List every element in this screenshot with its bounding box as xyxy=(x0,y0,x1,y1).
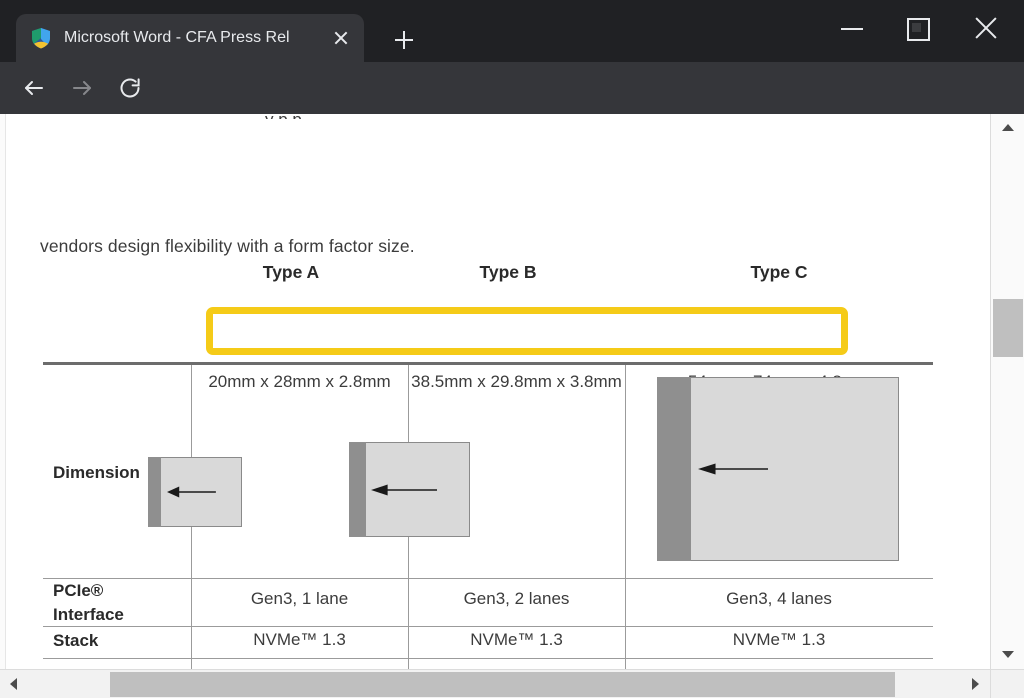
row-label-pcie-interface: PCIe® Interface xyxy=(53,579,124,627)
cell-pcie-type-a: Gen3, 1 lane xyxy=(250,589,349,608)
forward-arrow-icon[interactable] xyxy=(62,68,102,108)
row-divider-pcie xyxy=(43,626,933,627)
document-page: y p p vendors design flexibility with a … xyxy=(0,114,990,669)
window-minimize-button[interactable] xyxy=(829,8,875,48)
cell-stack-type-b: NVMe™ 1.3 xyxy=(470,630,563,649)
column-header-type-b: Type B xyxy=(479,262,537,282)
cell-stack-type-a: NVMe™ 1.3 xyxy=(253,630,346,649)
scroll-down-arrow-icon[interactable] xyxy=(991,641,1024,669)
horizontal-scrollbar[interactable] xyxy=(0,669,1024,698)
window-close-button[interactable] xyxy=(963,8,1009,48)
scroll-up-arrow-icon[interactable] xyxy=(991,114,1024,142)
microsoft-word-shield-favicon xyxy=(30,27,52,49)
vertical-scrollbar[interactable] xyxy=(990,114,1024,669)
cell-stack-type-c: NVMe™ 1.3 xyxy=(732,630,826,649)
page-left-margin xyxy=(0,114,6,669)
tab-close-icon[interactable] xyxy=(328,25,354,51)
cell-pcie-type-b: Gen3, 2 lanes xyxy=(463,589,570,608)
connector-diagram-type-a xyxy=(148,457,242,527)
vertical-scrollbar-thumb[interactable] xyxy=(993,299,1023,357)
row-label-pcie-line1: PCIe® xyxy=(53,581,104,600)
row-divider-stack xyxy=(43,658,933,659)
spec-table: Type A Type B Type C Dimension PCIe® Int… xyxy=(43,244,933,669)
table-header-row: Type A Type B Type C xyxy=(43,244,933,300)
cell-dimension-type-a: 20mm x 28mm x 2.8mm xyxy=(208,372,391,391)
horizontal-scrollbar-thumb[interactable] xyxy=(110,672,895,697)
browser-tab[interactable]: Microsoft Word - CFA Press Rel xyxy=(16,14,364,62)
scroll-right-arrow-icon[interactable] xyxy=(962,670,990,698)
cell-dimension-type-b: 38.5mm x 29.8mm x 3.8mm xyxy=(411,372,622,391)
row-label-pcie-line2: Interface xyxy=(53,605,124,624)
scrollbar-corner xyxy=(990,669,1024,698)
connector-diagram-type-c xyxy=(657,377,899,561)
connector-diagram-type-b xyxy=(349,442,470,537)
back-arrow-icon[interactable] xyxy=(14,68,54,108)
column-header-type-c: Type C xyxy=(750,262,808,282)
row-divider-dimension xyxy=(43,578,933,579)
browser-toolbar: cofa.memberclicks.net/... xyxy=(0,62,1024,174)
new-tab-button[interactable] xyxy=(388,24,420,56)
cell-pcie-type-c: Gen3, 4 lanes xyxy=(726,589,832,608)
browser-window: Microsoft Word - CFA Press Rel vendors d… xyxy=(0,0,1024,698)
window-maximize-button[interactable] xyxy=(893,8,939,48)
row-label-stack: Stack xyxy=(53,631,99,650)
column-header-type-a: Type A xyxy=(262,262,320,282)
yellow-highlight-box xyxy=(206,307,848,355)
column-divider-3 xyxy=(625,365,626,669)
row-label-dimension: Dimension xyxy=(53,463,140,482)
reload-icon[interactable] xyxy=(110,68,150,108)
page-viewport: y p p vendors design flexibility with a … xyxy=(0,114,1024,698)
tab-title: Microsoft Word - CFA Press Rel xyxy=(64,29,290,46)
clipped-text-line: y p p xyxy=(265,114,695,119)
tab-strip: Microsoft Word - CFA Press Rel xyxy=(0,0,1024,62)
table-top-border xyxy=(43,362,933,365)
scroll-left-arrow-icon[interactable] xyxy=(0,670,28,698)
